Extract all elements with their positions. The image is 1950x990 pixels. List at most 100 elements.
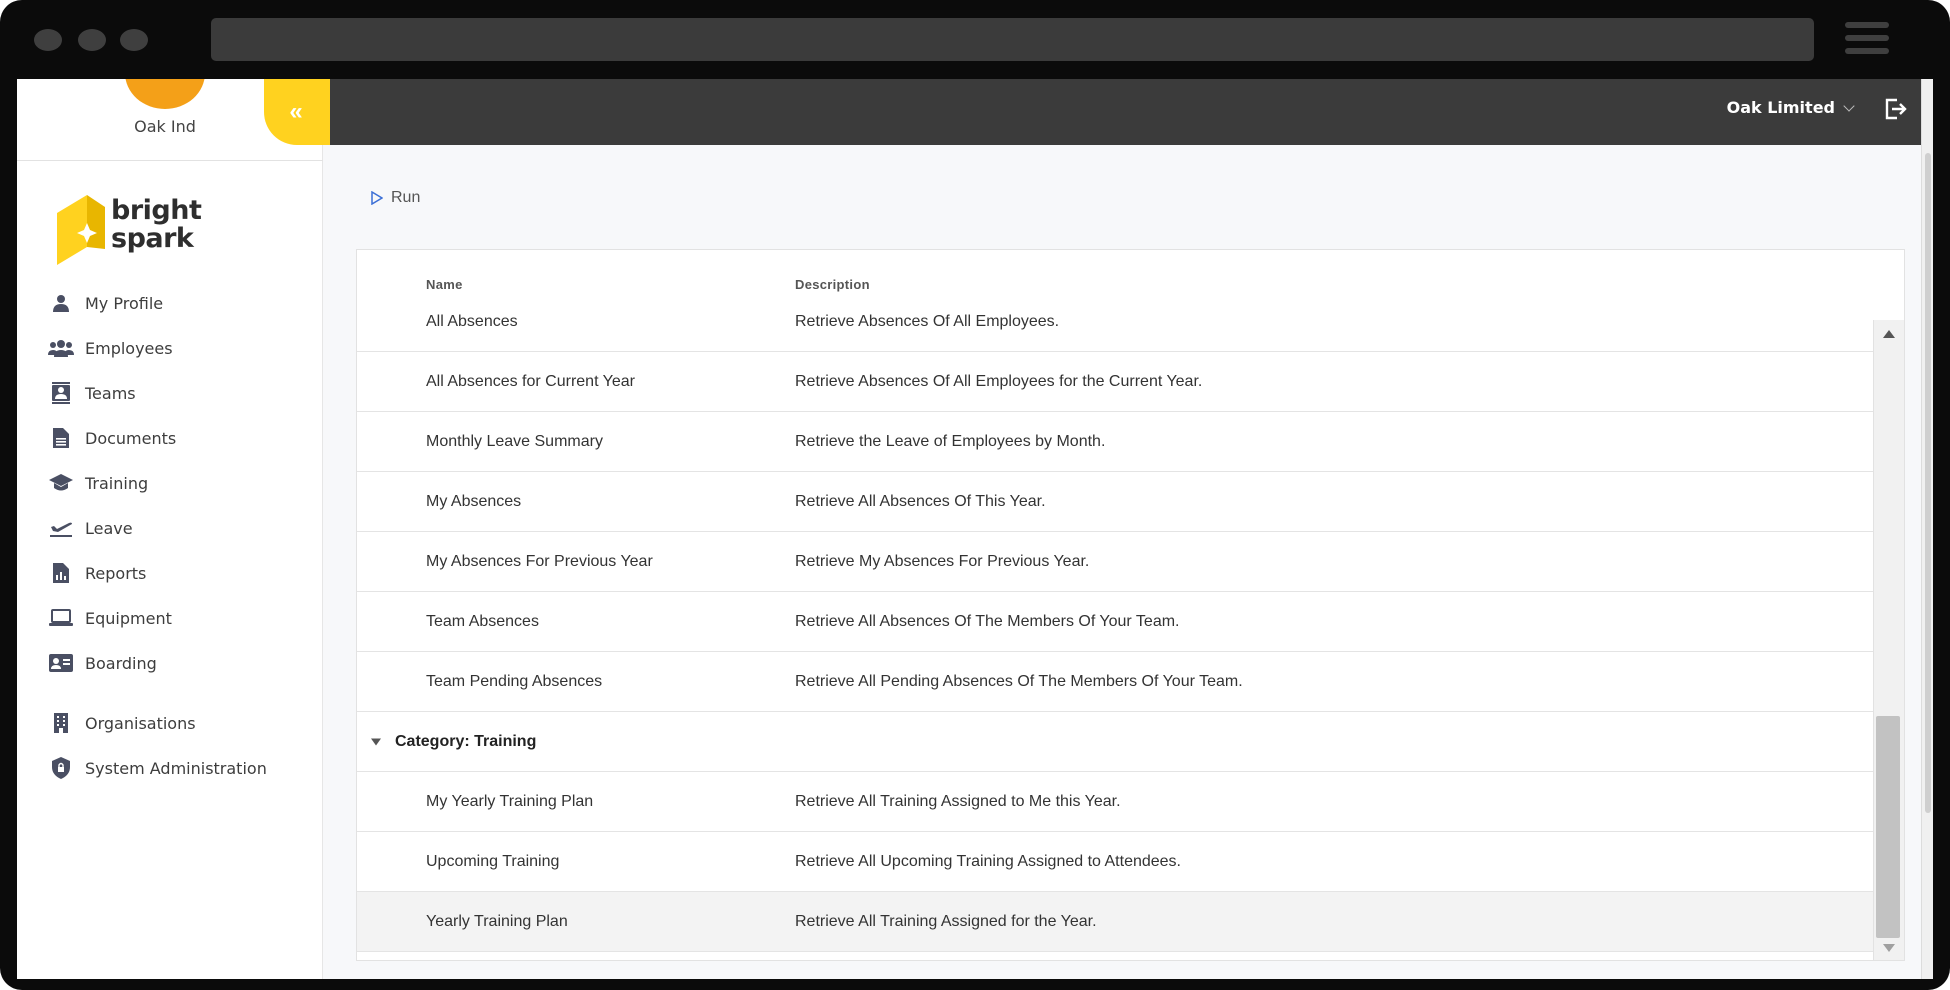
table-row[interactable]: Team Absences Retrieve All Absences Of T… (357, 592, 1873, 652)
row-description: Retrieve the Leave of Employees by Month… (795, 432, 1106, 450)
browser-window: Oak Ind bright spark My Profile Employee… (0, 0, 1950, 990)
laptop-icon (47, 606, 75, 630)
sidebar-item-label: Employees (85, 338, 173, 358)
table-row[interactable]: All Absences for Current Year Retrieve A… (357, 352, 1873, 412)
sidebar-item-label: Teams (85, 383, 136, 403)
reports-grid: Name Description All Absences Retrieve A… (356, 249, 1905, 961)
table-row[interactable]: Upcoming Training Retrieve All Upcoming … (357, 832, 1873, 892)
row-description: Retrieve All Training Assigned to Me thi… (795, 792, 1121, 810)
column-header-description[interactable]: Description (795, 277, 870, 292)
run-button[interactable]: Run (371, 189, 420, 207)
sidebar-item-organisations[interactable]: Organisations (47, 705, 307, 741)
table-row-selected[interactable]: Yearly Training Plan Retrieve All Traini… (357, 892, 1873, 952)
sidebar-item-boarding[interactable]: Boarding (47, 645, 307, 681)
sidebar-item-label: My Profile (85, 293, 164, 313)
logo-wordmark: bright spark (111, 195, 202, 254)
row-name: My Absences For Previous Year (426, 552, 653, 570)
building-icon (47, 711, 75, 735)
scrollbar-thumb[interactable] (1876, 716, 1900, 938)
sidebar-item-employees[interactable]: Employees (47, 330, 307, 366)
organisation-dropdown[interactable]: Oak Limited (1726, 98, 1855, 117)
sidebar-item-label: Documents (85, 428, 177, 448)
team-card-icon (47, 381, 75, 405)
chevron-down-icon (1843, 99, 1855, 112)
table-row[interactable]: My Yearly Training Plan Retrieve All Tra… (357, 772, 1873, 832)
logout-icon[interactable] (1883, 97, 1909, 123)
row-name: Team Absences (426, 612, 539, 630)
play-icon (371, 191, 383, 205)
row-name: All Absences for Current Year (426, 372, 636, 390)
row-name: Team Pending Absences (426, 672, 603, 690)
shield-icon (47, 756, 75, 780)
row-name: My Yearly Training Plan (426, 792, 594, 810)
row-name: Upcoming Training (426, 852, 560, 870)
table-row[interactable]: My Absences Retrieve All Absences Of Thi… (357, 472, 1873, 532)
document-icon (47, 426, 75, 450)
sidebar-item-training[interactable]: Training (47, 465, 307, 501)
collapse-sidebar-button[interactable]: « (264, 79, 330, 145)
window-maximize-dot[interactable] (120, 29, 148, 51)
sidebar-item-label: Leave (85, 518, 133, 538)
logo-mark-icon (57, 195, 105, 265)
run-label: Run (391, 189, 421, 206)
category-group-row: Category: Training (357, 712, 1873, 772)
sidebar-item-system-administration[interactable]: System Administration (47, 750, 307, 786)
organisation-name: Oak Limited (1726, 98, 1835, 117)
table-row[interactable]: All Absences Retrieve Absences Of All Em… (357, 292, 1873, 352)
sidebar-item-reports[interactable]: Reports (47, 555, 307, 591)
expand-collapse-icon[interactable] (371, 738, 381, 745)
users-icon (47, 336, 75, 360)
row-name: Yearly Training Plan (426, 912, 568, 930)
row-description: Retrieve Absences Of All Employees. (795, 312, 1060, 330)
window-close-dot[interactable] (34, 29, 62, 51)
category-label: Category: Training (395, 732, 537, 750)
sidebar-item-label: System Administration (85, 758, 267, 778)
table-row[interactable]: Monthly Leave Summary Retrieve the Leave… (357, 412, 1873, 472)
scroll-down-arrow-icon[interactable] (1883, 944, 1895, 952)
row-description: Retrieve All Absences Of The Members Of … (795, 612, 1180, 630)
page-scrollbar-thumb[interactable] (1925, 153, 1931, 813)
table-row[interactable]: My Absences For Previous Year Retrieve M… (357, 532, 1873, 592)
brand-logo: bright spark (53, 195, 203, 267)
top-bar: Oak Limited (323, 79, 1933, 145)
logo-line-1: bright (111, 195, 202, 226)
column-header-name[interactable]: Name (426, 277, 463, 292)
sidebar-item-equipment[interactable]: Equipment (47, 600, 307, 636)
page-scrollbar[interactable] (1921, 79, 1933, 979)
table-row[interactable]: Team Pending Absences Retrieve All Pendi… (357, 652, 1873, 712)
row-name: Monthly Leave Summary (426, 432, 603, 450)
row-description: Retrieve All Upcoming Training Assigned … (795, 852, 1181, 870)
window-minimize-dot[interactable] (78, 29, 106, 51)
sidebar-item-label: Reports (85, 563, 147, 583)
browser-menu-icon[interactable] (1845, 22, 1889, 58)
row-name: All Absences (426, 312, 518, 330)
org-avatar (125, 79, 205, 109)
sidebar-item-label: Equipment (85, 608, 172, 628)
sidebar-item-teams[interactable]: Teams (47, 375, 307, 411)
address-bar[interactable] (211, 18, 1814, 61)
row-description: Retrieve All Training Assigned for the Y… (795, 912, 1097, 930)
sidebar-item-label: Boarding (85, 653, 157, 673)
graduation-cap-icon (47, 471, 75, 495)
sidebar-item-my-profile[interactable]: My Profile (47, 285, 307, 321)
user-icon (47, 291, 75, 315)
row-name: My Absences (426, 492, 522, 510)
grid-scrollbar[interactable] (1873, 320, 1904, 960)
sidebar-item-documents[interactable]: Documents (47, 420, 307, 456)
chevrons-left-icon: « (289, 98, 303, 125)
scroll-up-arrow-icon[interactable] (1883, 330, 1895, 338)
row-description: Retrieve All Pending Absences Of The Mem… (795, 672, 1243, 690)
row-description: Retrieve Absences Of All Employees for t… (795, 372, 1203, 390)
row-description: Retrieve My Absences For Previous Year. (795, 552, 1090, 570)
row-description: Retrieve All Absences Of This Year. (795, 492, 1046, 510)
main-content: Run Name Description All Absences Retrie… (323, 145, 1921, 979)
sidebar-item-label: Organisations (85, 713, 196, 733)
id-card-icon (47, 651, 75, 675)
sidebar: Oak Ind bright spark My Profile Employee… (17, 79, 323, 979)
app-screen: Oak Ind bright spark My Profile Employee… (17, 79, 1933, 979)
sidebar-item-label: Training (85, 473, 149, 493)
sidebar-item-leave[interactable]: Leave (47, 510, 307, 546)
plane-departure-icon (47, 516, 75, 540)
report-chart-icon (47, 561, 75, 585)
logo-line-2: spark (111, 223, 194, 254)
